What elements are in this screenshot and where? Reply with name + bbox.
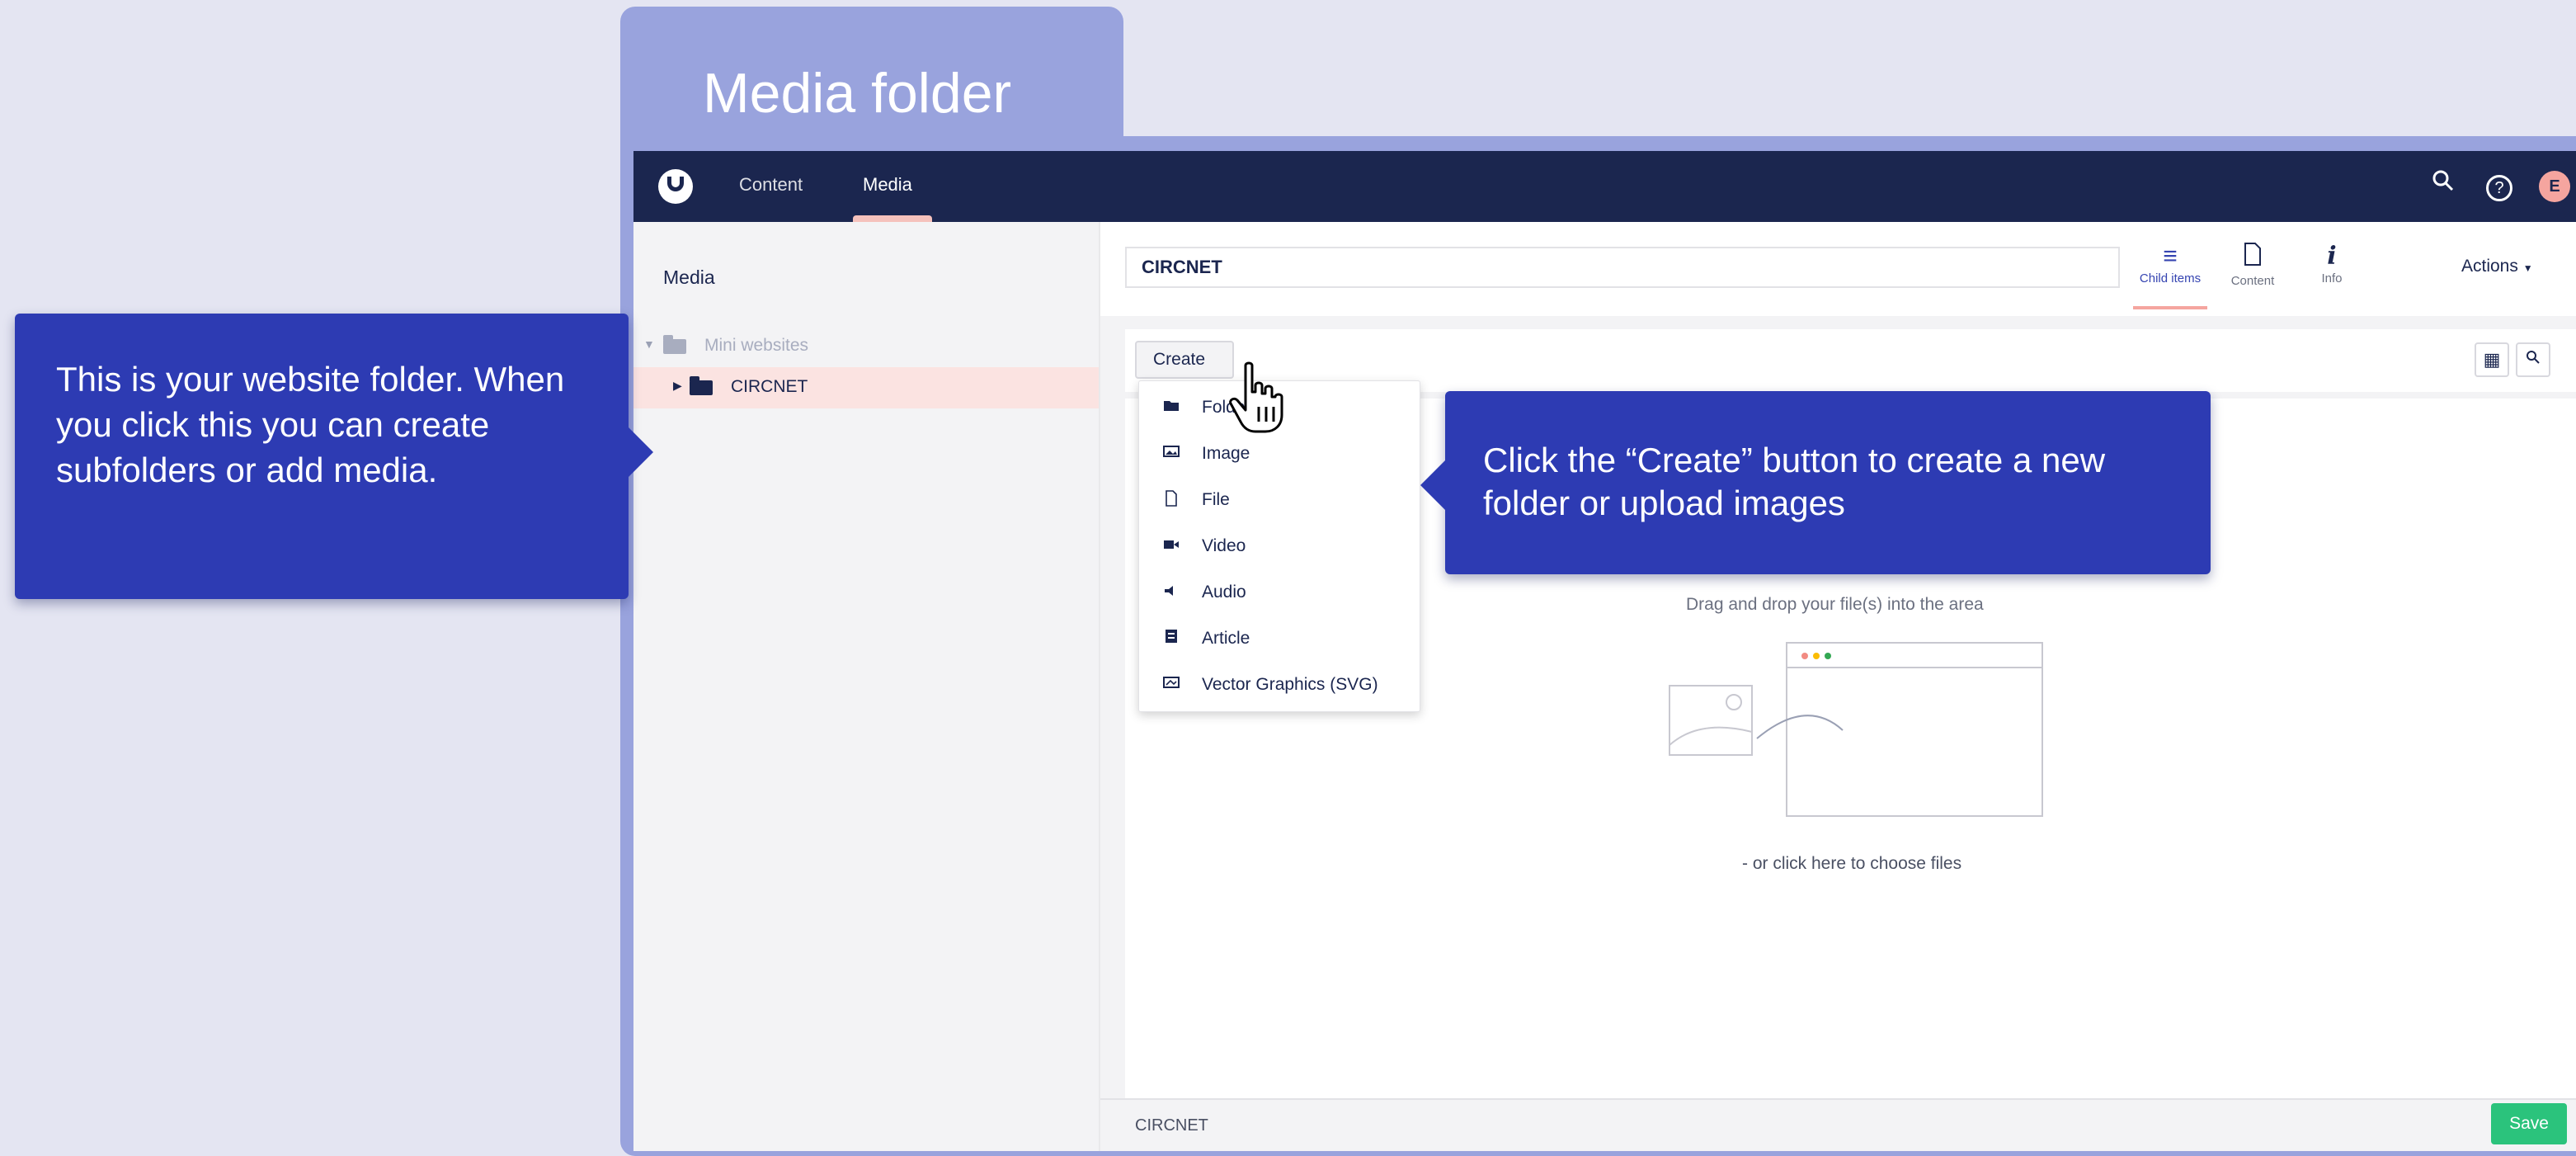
file-icon xyxy=(1162,490,1180,508)
image-icon xyxy=(1162,444,1180,462)
nav-media[interactable]: Media xyxy=(863,174,912,196)
footer-breadcrumb[interactable]: CIRCNET xyxy=(1135,1116,1208,1135)
tree-item-label: Mini websites xyxy=(704,336,809,355)
tab-content[interactable]: Content xyxy=(2207,242,2298,300)
svg-icon xyxy=(1162,675,1180,693)
tree-item-circnet[interactable]: ▶ CIRCNET xyxy=(633,367,1099,408)
audio-icon xyxy=(1162,583,1180,601)
info-icon: i xyxy=(2327,242,2337,271)
editor-footer xyxy=(1100,1098,2576,1151)
menu-item-article[interactable]: Article xyxy=(1139,616,1420,662)
callout-text: This is your website folder. When you cl… xyxy=(56,360,565,489)
cms-window: Content Media ? E Media ▼ Mini websites … xyxy=(633,151,2576,1151)
hand-pointer-cursor-icon xyxy=(1229,361,1283,433)
tab-child-items[interactable]: ≡ Child items xyxy=(2125,242,2216,300)
menu-item-label: Image xyxy=(1202,444,1250,463)
actions-label: Actions xyxy=(2461,257,2518,276)
menu-item-label: Video xyxy=(1202,536,1246,555)
help-icon[interactable]: ? xyxy=(2481,168,2517,204)
callout-create-button: Click the “Create” button to create a ne… xyxy=(1420,391,2211,574)
tree-item-label: CIRCNET xyxy=(731,377,808,396)
search-icon[interactable] xyxy=(2425,168,2461,204)
caret-right-icon[interactable]: ▶ xyxy=(673,379,682,393)
chevron-down-icon: ▼ xyxy=(2522,262,2533,274)
menu-item-image[interactable]: Image xyxy=(1139,431,1420,477)
create-button[interactable]: Create xyxy=(1135,341,1234,379)
upload-illustration xyxy=(1669,642,2043,817)
menu-item-label: File xyxy=(1202,490,1230,509)
slide-heading: Media folder xyxy=(703,62,1012,125)
slide-heading-tab: Media folder xyxy=(620,7,1123,155)
video-icon xyxy=(1162,536,1180,554)
list-icon: ≡ xyxy=(2163,243,2178,270)
active-tab-indicator xyxy=(2133,306,2207,309)
menu-item-audio[interactable]: Audio xyxy=(1139,569,1420,616)
folder-icon xyxy=(663,335,686,354)
callout-text: Click the “Create” button to create a ne… xyxy=(1483,441,2106,522)
article-icon xyxy=(1162,629,1180,647)
folder-icon xyxy=(1162,398,1180,416)
menu-item-video[interactable]: Video xyxy=(1139,523,1420,569)
sidebar-title: Media xyxy=(663,267,715,288)
actions-dropdown[interactable]: Actions ▼ xyxy=(2461,257,2533,276)
menu-item-label: Vector Graphics (SVG) xyxy=(1202,675,1378,694)
active-nav-indicator xyxy=(853,215,932,222)
user-avatar[interactable]: E xyxy=(2539,171,2570,202)
callout-website-folder: This is your website folder. When you cl… xyxy=(15,314,653,599)
document-icon xyxy=(2207,242,2298,274)
menu-item-vector-graphics[interactable]: Vector Graphics (SVG) xyxy=(1139,662,1420,708)
media-tree-sidebar: Media ▼ Mini websites ▶ CIRCNET xyxy=(633,222,1100,1151)
top-navigation: Content Media ? E xyxy=(633,151,2576,222)
caret-down-icon[interactable]: ▼ xyxy=(643,337,655,351)
menu-item-label: Audio xyxy=(1202,583,1246,602)
tab-label: Info xyxy=(2321,271,2343,285)
tab-label: Content xyxy=(2230,274,2275,288)
tab-info[interactable]: i Info xyxy=(2286,242,2377,300)
node-name-input[interactable]: CIRCNET xyxy=(1125,247,2120,288)
save-button[interactable]: Save xyxy=(2491,1103,2567,1144)
search-icon[interactable] xyxy=(2516,342,2550,377)
grid-view-icon[interactable]: ▦ xyxy=(2475,342,2509,377)
nav-content[interactable]: Content xyxy=(739,174,803,196)
choose-files-link[interactable]: - or click here to choose files xyxy=(1742,854,1961,874)
tab-label: Child items xyxy=(2139,271,2202,285)
umbraco-logo-icon[interactable] xyxy=(658,169,693,204)
dropzone-text: Drag and drop your file(s) into the area xyxy=(1686,595,1984,614)
menu-item-file[interactable]: File xyxy=(1139,477,1420,523)
tree-item-mini-websites[interactable]: ▼ Mini websites xyxy=(633,326,1099,367)
menu-item-label: Article xyxy=(1202,629,1250,648)
folder-icon xyxy=(690,376,713,395)
